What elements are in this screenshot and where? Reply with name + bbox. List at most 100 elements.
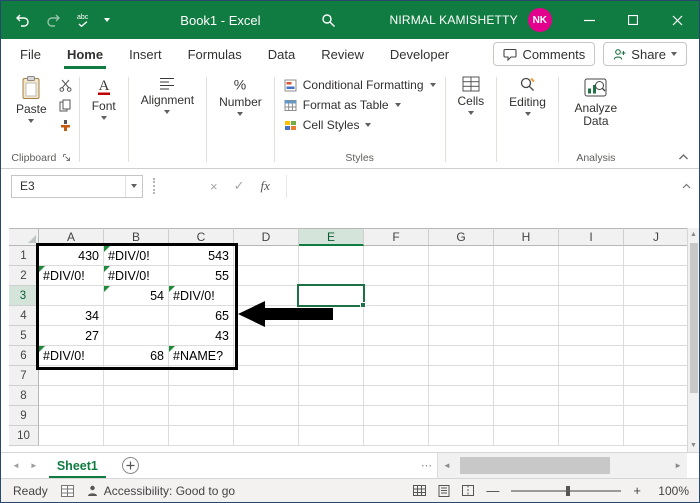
spelling-button[interactable]: abc	[77, 14, 88, 27]
copy-button[interactable]	[59, 99, 72, 112]
cell-D4[interactable]	[234, 306, 299, 326]
row-header-3[interactable]: 3	[9, 286, 39, 306]
cell-C2[interactable]: 55	[169, 266, 234, 286]
cell-B9[interactable]	[104, 406, 169, 426]
cell-I8[interactable]	[559, 386, 624, 406]
cell-C7[interactable]	[169, 366, 234, 386]
tab-home[interactable]: Home	[54, 39, 116, 69]
sheet-nav-right-icon[interactable]: ►	[25, 453, 43, 478]
cell-H10[interactable]	[494, 426, 559, 446]
tab-data[interactable]: Data	[255, 39, 308, 69]
cell-E2[interactable]	[299, 266, 364, 286]
cell-J1[interactable]	[624, 246, 689, 266]
comments-button[interactable]: Comments	[493, 42, 596, 66]
column-header-C[interactable]: C	[169, 228, 234, 246]
cell-G3[interactable]	[429, 286, 494, 306]
row-header-5[interactable]: 5	[9, 326, 39, 346]
cell-F3[interactable]	[364, 286, 429, 306]
column-header-H[interactable]: H	[494, 228, 559, 246]
tab-insert[interactable]: Insert	[116, 39, 175, 69]
cell-A7[interactable]	[39, 366, 104, 386]
cell-G1[interactable]	[429, 246, 494, 266]
cell-H2[interactable]	[494, 266, 559, 286]
maximize-button[interactable]	[611, 1, 655, 39]
horizontal-scroll-thumb[interactable]	[459, 457, 610, 474]
column-header-J[interactable]: J	[624, 228, 689, 246]
cell-B7[interactable]	[104, 366, 169, 386]
cell-F6[interactable]	[364, 346, 429, 366]
cut-button[interactable]	[59, 79, 72, 92]
user-name[interactable]: NIRMAL KAMISHETTY	[390, 13, 518, 27]
cell-A2[interactable]: #DIV/0!	[39, 266, 104, 286]
cell-J2[interactable]	[624, 266, 689, 286]
clipboard-dialog-launcher[interactable]	[62, 153, 71, 162]
cell-B6[interactable]: 68	[104, 346, 169, 366]
tab-developer[interactable]: Developer	[377, 39, 462, 69]
page-layout-view-button[interactable]	[438, 484, 450, 497]
cell-J4[interactable]	[624, 306, 689, 326]
cell-F2[interactable]	[364, 266, 429, 286]
cell-F8[interactable]	[364, 386, 429, 406]
zoom-slider-thumb[interactable]	[566, 485, 571, 496]
cell-C6[interactable]: #NAME?	[169, 346, 234, 366]
cell-H9[interactable]	[494, 406, 559, 426]
formula-bar-handle[interactable]	[153, 178, 156, 194]
collapse-ribbon-button[interactable]	[678, 153, 689, 160]
cell-B1[interactable]: #DIV/0!	[104, 246, 169, 266]
cell-J5[interactable]	[624, 326, 689, 346]
cell-G5[interactable]	[429, 326, 494, 346]
cell-A5[interactable]: 27	[39, 326, 104, 346]
tab-formulas[interactable]: Formulas	[175, 39, 255, 69]
row-header-1[interactable]: 1	[9, 246, 39, 266]
paste-button[interactable]: Paste	[9, 73, 54, 126]
tab-file[interactable]: File	[7, 39, 54, 69]
cell-H5[interactable]	[494, 326, 559, 346]
cell-D8[interactable]	[234, 386, 299, 406]
cell-A4[interactable]: 34	[39, 306, 104, 326]
cell-E3[interactable]	[299, 286, 364, 306]
name-box[interactable]: E3	[11, 174, 143, 198]
column-header-B[interactable]: B	[104, 228, 169, 246]
search-icon[interactable]	[321, 13, 336, 28]
column-header-A[interactable]: A	[39, 228, 104, 246]
cell-H6[interactable]	[494, 346, 559, 366]
cell-E5[interactable]	[299, 326, 364, 346]
cell-G10[interactable]	[429, 426, 494, 446]
cell-B3[interactable]: 54	[104, 286, 169, 306]
close-button[interactable]	[655, 1, 699, 39]
sheet-nav-left-icon[interactable]: ◄	[7, 453, 25, 478]
cell-B2[interactable]: #DIV/0!	[104, 266, 169, 286]
select-all-button[interactable]	[9, 228, 39, 246]
cell-C9[interactable]	[169, 406, 234, 426]
cell-H1[interactable]	[494, 246, 559, 266]
cell-I7[interactable]	[559, 366, 624, 386]
cells-button[interactable]: Cells	[451, 73, 492, 118]
cell-D5[interactable]	[234, 326, 299, 346]
cell-D1[interactable]	[234, 246, 299, 266]
avatar[interactable]: NK	[527, 8, 552, 32]
styles-item-format-as-table[interactable]: Format as Table	[280, 97, 440, 113]
cell-D7[interactable]	[234, 366, 299, 386]
alignment-button[interactable]: Alignment	[134, 73, 201, 117]
cancel-button[interactable]: ×	[210, 179, 218, 194]
cell-A10[interactable]	[39, 426, 104, 446]
zoom-slider[interactable]	[511, 485, 622, 497]
cell-E8[interactable]	[299, 386, 364, 406]
macro-record-icon[interactable]	[60, 484, 74, 497]
cell-G6[interactable]	[429, 346, 494, 366]
cell-B10[interactable]	[104, 426, 169, 446]
editing-button[interactable]: Editing	[502, 73, 553, 119]
row-header-7[interactable]: 7	[9, 366, 39, 386]
cell-E7[interactable]	[299, 366, 364, 386]
scroll-up-icon[interactable]: ▲	[690, 228, 697, 241]
cell-I6[interactable]	[559, 346, 624, 366]
cell-J8[interactable]	[624, 386, 689, 406]
minimize-button[interactable]	[567, 1, 611, 39]
number-button[interactable]: % Number	[212, 73, 269, 119]
accessibility-status[interactable]: Accessibility: Good to go	[87, 484, 235, 498]
column-header-F[interactable]: F	[364, 228, 429, 246]
cell-H8[interactable]	[494, 386, 559, 406]
new-sheet-button[interactable]	[121, 457, 139, 474]
analyze-data-button[interactable]: Analyze Data	[564, 73, 628, 131]
styles-item-cell-styles[interactable]: Cell Styles	[280, 117, 440, 133]
